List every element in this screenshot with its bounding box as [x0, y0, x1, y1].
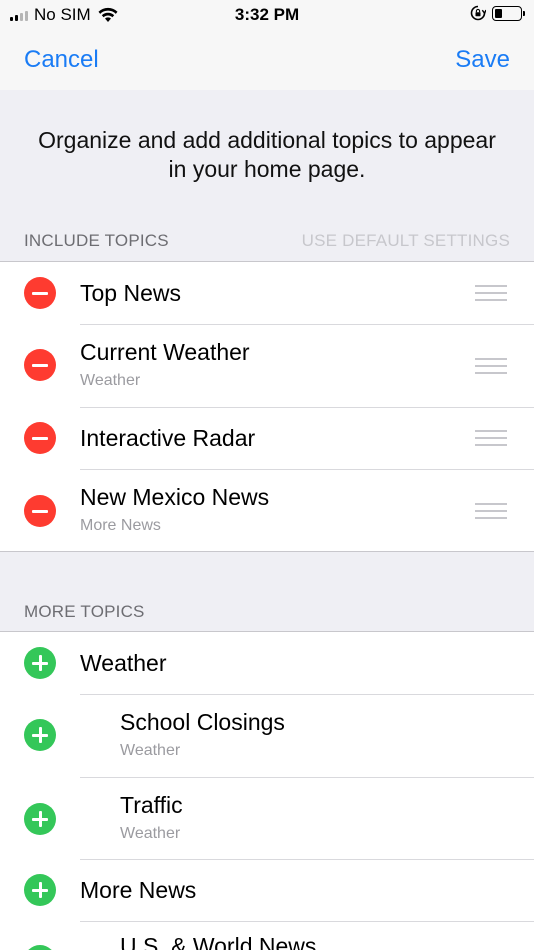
topic-subtitle: More News	[80, 517, 161, 534]
topic-title: More News	[80, 877, 197, 903]
status-right	[470, 5, 525, 21]
list-item[interactable]: Traffic Weather	[0, 777, 534, 859]
add-icon[interactable]	[24, 647, 56, 679]
topic-title: Traffic	[120, 792, 183, 818]
remove-icon[interactable]	[24, 277, 56, 309]
topic-title: New Mexico News	[80, 484, 270, 510]
topic-subtitle: Weather	[80, 372, 141, 389]
list-item[interactable]: Interactive Radar	[0, 407, 534, 469]
battery-icon	[492, 5, 525, 21]
status-bar: No SIM 3:32 PM	[0, 0, 534, 30]
list-item[interactable]: New Mexico News More News	[0, 469, 534, 551]
use-default-settings-button[interactable]: USE DEFAULT SETTINGS	[302, 231, 510, 251]
include-topics-header: INCLUDE TOPICS USE DEFAULT SETTINGS	[24, 231, 510, 251]
add-icon[interactable]	[24, 945, 56, 950]
intro-text: Organize and add additional topics to ap…	[38, 127, 496, 182]
topic-title: Weather	[80, 650, 167, 676]
topic-title: Top News	[80, 280, 181, 306]
cancel-button[interactable]: Cancel	[24, 46, 99, 74]
remove-icon[interactable]	[24, 495, 56, 527]
remove-icon[interactable]	[24, 422, 56, 454]
reorder-handle-icon[interactable]	[475, 358, 507, 374]
orientation-lock-icon	[470, 5, 486, 21]
status-time: 3:32 PM	[234, 5, 300, 24]
list-item[interactable]: More News	[0, 859, 534, 921]
reorder-handle-icon[interactable]	[475, 503, 507, 519]
topic-title: School Closings	[120, 709, 285, 735]
navigation-bar: No SIM 3:32 PM Cancel Save	[0, 0, 534, 90]
add-icon[interactable]	[24, 803, 56, 835]
reorder-handle-icon[interactable]	[475, 430, 507, 446]
topic-title: Current Weather	[80, 339, 250, 365]
include-topics-list: Top News Current Weather Weather Interac…	[0, 261, 534, 552]
topic-subtitle: Weather	[120, 825, 181, 842]
include-topics-title: INCLUDE TOPICS	[24, 231, 169, 250]
remove-icon[interactable]	[24, 349, 56, 381]
list-item[interactable]: Weather	[0, 632, 534, 694]
edit-topics-screen: No SIM 3:32 PM Cancel Save Organize and …	[0, 0, 534, 950]
more-topics-header: MORE TOPICS	[24, 602, 510, 622]
more-topics-list: Weather School Closings Weather Traffic …	[0, 631, 534, 950]
save-button[interactable]: Save	[455, 46, 510, 74]
list-item[interactable]: U.S. & World News	[0, 921, 534, 950]
list-item[interactable]: Current Weather Weather	[0, 324, 534, 407]
add-icon[interactable]	[24, 874, 56, 906]
battery-fill	[495, 8, 502, 18]
topic-title: U.S. & World News	[120, 933, 317, 950]
more-topics-title: MORE TOPICS	[24, 602, 145, 621]
topic-subtitle: Weather	[120, 742, 181, 759]
topic-title: Interactive Radar	[80, 425, 256, 451]
list-item[interactable]: Top News	[0, 262, 534, 324]
list-item[interactable]: School Closings Weather	[0, 694, 534, 777]
reorder-handle-icon[interactable]	[475, 285, 507, 301]
add-icon[interactable]	[24, 719, 56, 751]
